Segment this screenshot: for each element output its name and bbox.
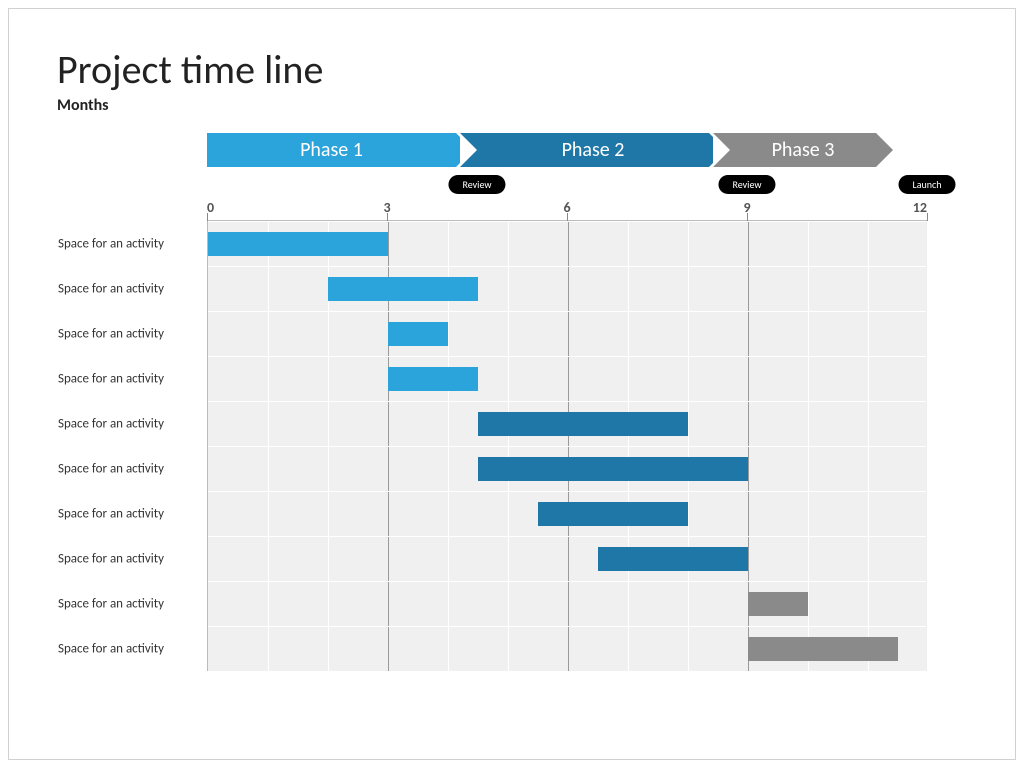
gantt-chart: Phase 1Phase 2Phase 3 ReviewReviewLaunch…	[207, 133, 927, 671]
gantt-bar	[598, 547, 748, 571]
table-row: Space for an activity	[208, 221, 926, 266]
activity-label: Space for an activity	[58, 417, 208, 432]
x-tick-mark	[207, 213, 208, 221]
phase-arrow: Phase 2	[460, 133, 709, 167]
activity-label: Space for an activity	[58, 597, 208, 612]
x-axis: 036912	[207, 199, 927, 221]
gantt-bar	[388, 322, 448, 346]
activity-label: Space for an activity	[58, 507, 208, 522]
gantt-bar	[328, 277, 478, 301]
table-row: Space for an activity	[208, 581, 926, 626]
x-tick-mark	[387, 213, 388, 221]
table-row: Space for an activity	[208, 266, 926, 311]
table-row: Space for an activity	[208, 311, 926, 356]
table-row: Space for an activity	[208, 626, 926, 671]
x-tick-mark	[747, 213, 748, 221]
phase-arrow-row: Phase 1 Phase 2 Phase 3	[207, 133, 927, 167]
gantt-bar	[478, 457, 748, 481]
activity-label: Space for an activity	[58, 642, 208, 657]
activity-label: Space for an activity	[58, 237, 208, 252]
slide-frame: Project time line Months Phase 1Phase 2P…	[8, 8, 1016, 760]
x-tick-label: 12	[913, 199, 927, 216]
table-row: Space for an activity	[208, 491, 926, 536]
phase-label: Phase 2	[562, 138, 625, 162]
x-tick-label: 0	[207, 199, 214, 216]
gantt-bar	[748, 592, 808, 616]
milestone-pill: Review	[448, 175, 505, 194]
plot-area: Space for an activitySpace for an activi…	[207, 221, 927, 671]
phase-label: Phase 1	[300, 138, 363, 162]
milestone-pill: Launch	[899, 175, 956, 194]
gantt-bar	[538, 502, 688, 526]
table-row: Space for an activity	[208, 446, 926, 491]
activity-label: Space for an activity	[58, 327, 208, 342]
activity-label: Space for an activity	[58, 282, 208, 297]
x-tick-mark	[567, 213, 568, 221]
activity-label: Space for an activity	[58, 462, 208, 477]
gantt-bar	[208, 232, 388, 256]
gantt-bar	[478, 412, 688, 436]
milestone-pill: Review	[718, 175, 775, 194]
phase-label: Phase 3	[772, 138, 835, 162]
activity-label: Space for an activity	[58, 552, 208, 567]
table-row: Space for an activity	[208, 401, 926, 446]
table-row: Space for an activity	[208, 536, 926, 581]
page-title: Project time line	[57, 45, 971, 94]
phase-arrow: Phase 3	[713, 133, 876, 167]
x-tick-mark	[927, 213, 928, 221]
table-row: Space for an activity	[208, 356, 926, 401]
gantt-bar	[748, 637, 898, 661]
activity-label: Space for an activity	[58, 372, 208, 387]
gantt-bar	[388, 367, 478, 391]
page-subtitle: Months	[57, 96, 971, 115]
phase-arrow: Phase 1	[207, 133, 456, 167]
milestone-row: ReviewReviewLaunch	[207, 175, 927, 195]
